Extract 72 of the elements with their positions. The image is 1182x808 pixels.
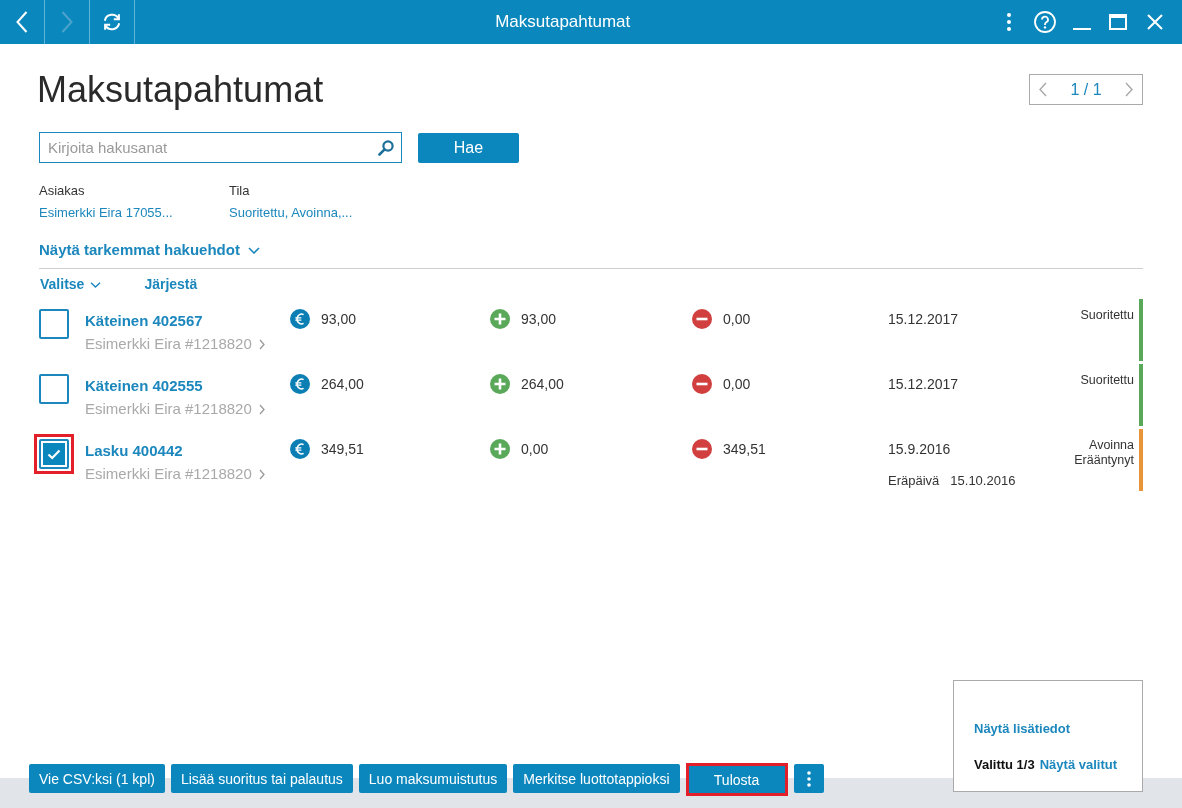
search-icon [378,140,394,156]
chevron-right-icon [258,403,265,415]
date-text: 15.9.2016 [888,441,951,458]
amount-text: 349,51 [321,440,364,459]
customer-name: Esimerkki Eira #1218820 [85,400,252,418]
sort-button[interactable]: Järjestä [144,276,198,293]
chevron-right-icon [258,468,265,480]
minus-icon [692,309,712,329]
details-link[interactable]: Näytä lisätiedot [974,720,1071,737]
selected-count: Valittu 1/3 [974,756,1035,773]
chevron-right-icon [258,338,265,350]
row-checkbox[interactable] [39,309,69,339]
check-icon [47,448,61,460]
minus-icon [692,374,712,394]
help-icon [1034,11,1057,33]
euro-icon [290,439,310,459]
minimize-icon [1072,28,1091,30]
amount-text: 264,00 [521,375,564,394]
amount-text: 0,00 [723,310,751,329]
amount-text: 93,00 [521,310,557,329]
action-button[interactable]: Tulosta [685,763,788,796]
chevron-right-icon [1125,82,1133,97]
amount-text: 0,00 [521,440,549,459]
plus-icon [490,309,510,329]
action-button[interactable]: Vie CSV:ksi (1 kpl) [29,764,165,793]
status-text: Avoinna [1089,438,1134,453]
amount-text: 349,51 [723,440,766,459]
more-actions-button[interactable] [793,764,824,793]
plus-icon [490,439,510,459]
due-date-text: 15.10.2016 [950,473,1016,489]
euro-icon [290,374,310,394]
due-date-label: Eräpäivä [888,473,940,489]
search-field[interactable]: Kirjoita hakusanat [39,132,402,163]
page-heading: Maksutapahtumat [37,70,324,110]
filter-label: Asiakas [39,182,85,199]
transaction-title-link[interactable]: Lasku 400442 [85,442,183,460]
action-button[interactable]: Luo maksumuistutus [358,764,508,793]
page-indicator: 1 / 1 [1070,80,1102,99]
transaction-title-link[interactable]: Käteinen 402567 [85,312,203,330]
customer-name: Esimerkki Eira #1218820 [85,335,252,353]
plus-icon [490,374,510,394]
status-text: Suoritettu [1080,308,1134,323]
search-button[interactable]: Hae [418,132,519,163]
chevron-down-icon [247,246,260,254]
filter-label: Tila [229,182,250,199]
chevron-left-icon [1039,82,1047,97]
customer-name: Esimerkki Eira #1218820 [85,465,252,483]
maximize-icon [1109,14,1128,30]
window-title: Maksutapahtumat [495,12,631,32]
amount-text: 0,00 [723,375,751,394]
kebab-icon [806,770,811,787]
euro-icon [290,309,310,329]
transaction-title-link[interactable]: Käteinen 402555 [85,377,203,395]
row-checkbox[interactable] [34,434,74,474]
date-text: 15.12.2017 [888,376,959,393]
filter-value-link[interactable]: Esimerkki Eira 17055... [39,204,173,221]
amount-text: 93,00 [321,310,357,329]
advanced-search-toggle[interactable]: Näytä tarkemmat hakuehdot [39,241,260,259]
status-text: Erääntynyt [1074,453,1134,468]
show-selected-link[interactable]: Näytä valitut [1039,756,1117,773]
action-button[interactable]: Lisää suoritus tai palautus [170,764,353,793]
action-button[interactable]: Merkitse luottotappioksi [513,764,680,793]
amount-text: 264,00 [321,375,364,394]
kebab-icon [1006,13,1011,31]
status-text: Suoritettu [1080,373,1134,388]
filter-value-link[interactable]: Suoritettu, Avoinna,... [229,204,353,221]
date-text: 15.12.2017 [888,311,959,328]
select-menu-button[interactable]: Valitse [40,276,102,293]
row-checkbox[interactable] [39,374,69,404]
minus-icon [692,439,712,459]
close-icon [1146,14,1163,30]
chevron-down-icon [90,281,102,288]
